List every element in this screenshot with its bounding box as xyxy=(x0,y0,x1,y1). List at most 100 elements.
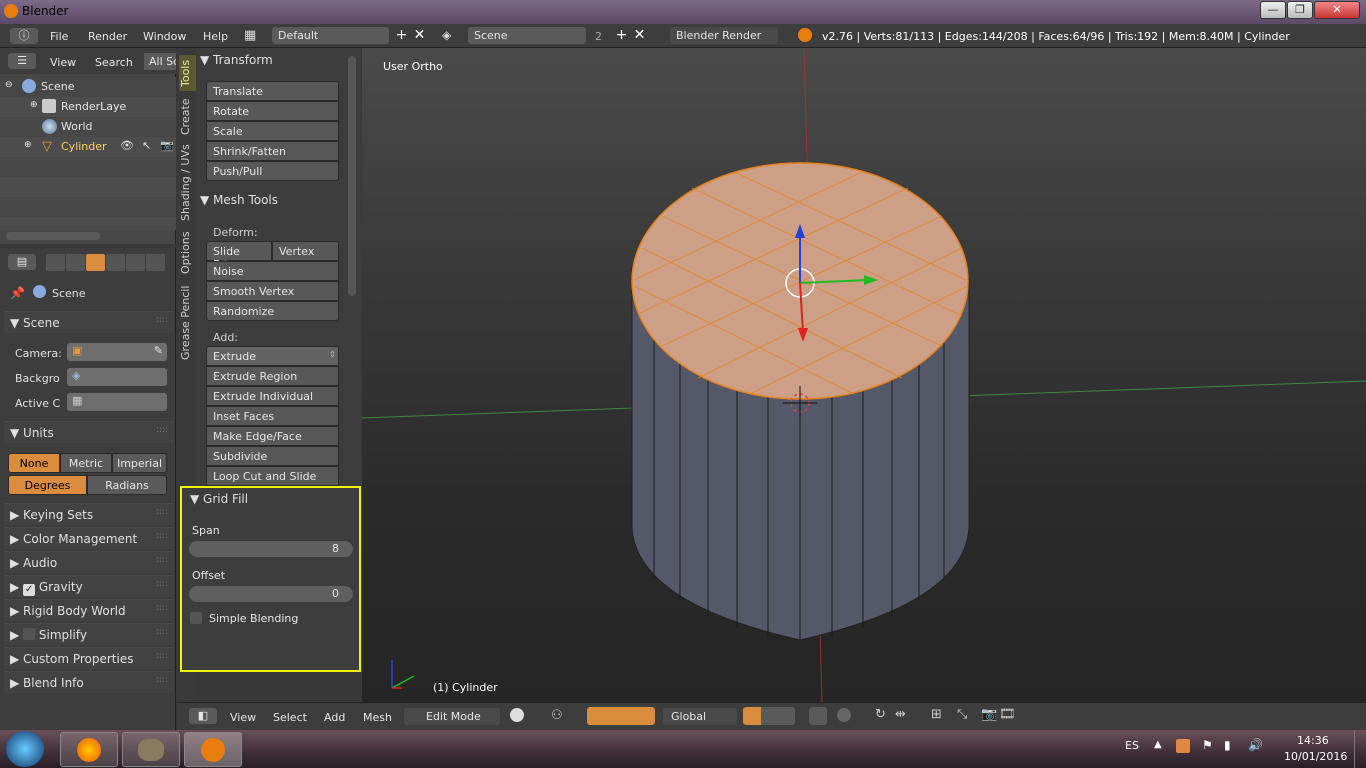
properties-editor-icon[interactable]: ▤ xyxy=(8,254,36,270)
gravity-checkbox[interactable]: ✓ xyxy=(23,584,36,596)
scene-icon[interactable]: ◈ xyxy=(442,28,451,42)
add-menu[interactable]: Add xyxy=(324,711,345,724)
camera-field[interactable]: ▣ ✎ xyxy=(67,343,167,361)
keying-sets-panel-header[interactable]: ▶ Keying Sets:::: xyxy=(4,503,174,525)
inset-faces-button[interactable]: Inset Faces xyxy=(206,406,339,426)
network-icon[interactable]: ▮ xyxy=(1224,738,1231,752)
noise-button[interactable]: Noise xyxy=(206,261,339,281)
proportional-edit-icon[interactable] xyxy=(837,708,851,722)
editor-type-cube-icon[interactable]: ◧ xyxy=(189,708,217,724)
outliner-view-menu[interactable]: View xyxy=(50,56,76,69)
scale-button[interactable]: Scale xyxy=(206,121,339,141)
info-editor-icon[interactable]: ⓘ xyxy=(10,28,38,44)
world-context-icon[interactable] xyxy=(106,254,125,271)
outliner-search-menu[interactable]: Search xyxy=(95,56,133,69)
span-field[interactable]: 8 xyxy=(189,541,353,557)
slide-edge-button[interactable]: Slide Edge xyxy=(206,241,272,271)
add-layout-button[interactable]: + xyxy=(393,27,410,44)
screen-layout-icon[interactable]: ▦ xyxy=(244,28,256,43)
mesh-menu[interactable]: Mesh xyxy=(363,711,392,724)
pin-icon[interactable]: 📌 xyxy=(10,286,25,300)
outliner-editor-icon[interactable]: ☰ xyxy=(8,53,36,69)
render-animation-icon[interactable]: 🎞 xyxy=(999,707,1016,722)
mirror-icon[interactable]: ⇹ xyxy=(895,707,906,722)
rigid-body-world-panel-header[interactable]: ▶ Rigid Body World:::: xyxy=(4,599,174,621)
taskbar-gimp[interactable] xyxy=(122,732,180,767)
outliner-scrollbar[interactable] xyxy=(6,232,100,240)
show-hidden-icons[interactable]: ▲ xyxy=(1154,739,1162,750)
extrude-region-button[interactable]: Extrude Region xyxy=(206,366,339,386)
layout-field[interactable]: Default xyxy=(272,27,389,44)
remove-scene-button[interactable]: ✕ xyxy=(631,27,648,44)
action-center-flag-icon[interactable]: ⚑ xyxy=(1202,738,1213,752)
eyedropper-icon[interactable]: ✎ xyxy=(154,344,163,357)
render-opengl-icon[interactable]: 📷 xyxy=(981,707,997,722)
degrees-button[interactable]: Degrees xyxy=(8,475,87,495)
render-engine-select[interactable]: Blender Render xyxy=(670,27,778,44)
loop-cut-slide-button[interactable]: Loop Cut and Slide xyxy=(206,466,339,486)
add-scene-button[interactable]: + xyxy=(613,27,630,44)
tab-create[interactable]: Create xyxy=(179,96,196,138)
render-camera-icon[interactable]: 📷 xyxy=(160,139,174,152)
push-pull-button[interactable]: Push/Pull xyxy=(206,161,339,181)
limit-to-visible-icon[interactable] xyxy=(809,707,827,725)
constraints-context-icon[interactable] xyxy=(146,254,165,271)
start-button[interactable] xyxy=(6,731,44,767)
subdivide-button[interactable]: Subdivide xyxy=(206,446,339,466)
outliner-row-renderlayers[interactable]: ⊕ RenderLaye xyxy=(0,97,176,117)
units-imperial-button[interactable]: Imperial xyxy=(112,453,167,473)
3d-viewport[interactable]: User Ortho (1) Cylinder xyxy=(362,48,1366,702)
manipulator-toggles[interactable] xyxy=(587,707,655,725)
uv-sync-icon[interactable]: ↻ xyxy=(875,707,886,722)
snap-target-icon[interactable]: ⤡ xyxy=(957,707,967,722)
radians-button[interactable]: Radians xyxy=(87,475,167,495)
minimize-button[interactable]: — xyxy=(1260,1,1286,19)
select-menu[interactable]: Select xyxy=(273,711,307,724)
clock-date[interactable]: 10/01/2016 xyxy=(1284,750,1347,763)
outliner-row-scene[interactable]: ⊖ Scene xyxy=(0,77,176,97)
transform-orientation-select[interactable]: Global xyxy=(663,708,737,725)
translate-button[interactable]: Translate xyxy=(206,81,339,101)
render-context-icon[interactable] xyxy=(46,254,65,271)
clock-time[interactable]: 14:36 xyxy=(1297,734,1329,747)
show-desktop-button[interactable] xyxy=(1354,730,1366,768)
collapse-icon[interactable]: ⊖ xyxy=(5,80,13,90)
tab-shading-uvs[interactable]: Shading / UVs xyxy=(179,143,196,223)
slide-vertex-button[interactable]: Vertex xyxy=(272,241,339,261)
transform-panel-header[interactable]: ▼ Transform xyxy=(200,53,348,75)
custom-properties-panel-header[interactable]: ▶ Custom Properties:::: xyxy=(4,647,174,669)
keyboard-language[interactable]: ES xyxy=(1125,739,1139,752)
close-button[interactable]: ✕ xyxy=(1314,1,1360,19)
menu-file[interactable]: File xyxy=(50,30,68,43)
rotate-button[interactable]: Rotate xyxy=(206,101,339,121)
tray-app-icon[interactable] xyxy=(1176,739,1190,753)
snap-icon[interactable]: ⊞ xyxy=(931,707,942,722)
select-arrow-icon[interactable]: ↖ xyxy=(142,139,151,152)
expand-icon[interactable]: ⊕ xyxy=(24,140,32,150)
mode-select[interactable]: Edit Mode xyxy=(404,708,500,725)
scene-field[interactable]: Scene xyxy=(468,27,586,44)
make-edge-face-button[interactable]: Make Edge/Face xyxy=(206,426,339,446)
remove-layout-button[interactable]: ✕ xyxy=(411,27,428,44)
scene-panel-header[interactable]: ▼ Scene:::: xyxy=(4,311,174,333)
taskbar-firefox[interactable] xyxy=(60,732,118,767)
grid-fill-header[interactable]: ▼ Grid Fill xyxy=(190,492,248,506)
menu-help[interactable]: Help xyxy=(203,30,228,43)
viewport-shading-icon[interactable] xyxy=(510,708,524,722)
menu-window[interactable]: Window xyxy=(143,30,186,43)
extrude-individual-button[interactable]: Extrude Individual xyxy=(206,386,339,406)
layers-context-icon[interactable] xyxy=(66,254,85,271)
tab-grease-pencil[interactable]: Grease Pencil xyxy=(179,283,196,363)
taskbar-blender[interactable] xyxy=(184,732,242,767)
shrink-fatten-button[interactable]: Shrink/Fatten xyxy=(206,141,339,161)
tab-tools[interactable]: Tools xyxy=(179,55,196,91)
offset-field[interactable]: 0 xyxy=(189,586,353,602)
select-mode-buttons[interactable] xyxy=(743,707,795,725)
units-panel-header[interactable]: ▼ Units:::: xyxy=(4,421,174,443)
outliner-row-world[interactable]: World xyxy=(0,117,176,137)
object-context-icon[interactable] xyxy=(126,254,145,271)
randomize-button[interactable]: Randomize xyxy=(206,301,339,321)
simple-blending-checkbox[interactable] xyxy=(190,612,202,624)
simplify-checkbox[interactable] xyxy=(23,628,36,640)
simplify-panel-header[interactable]: ▶ Simplify:::: xyxy=(4,623,174,645)
